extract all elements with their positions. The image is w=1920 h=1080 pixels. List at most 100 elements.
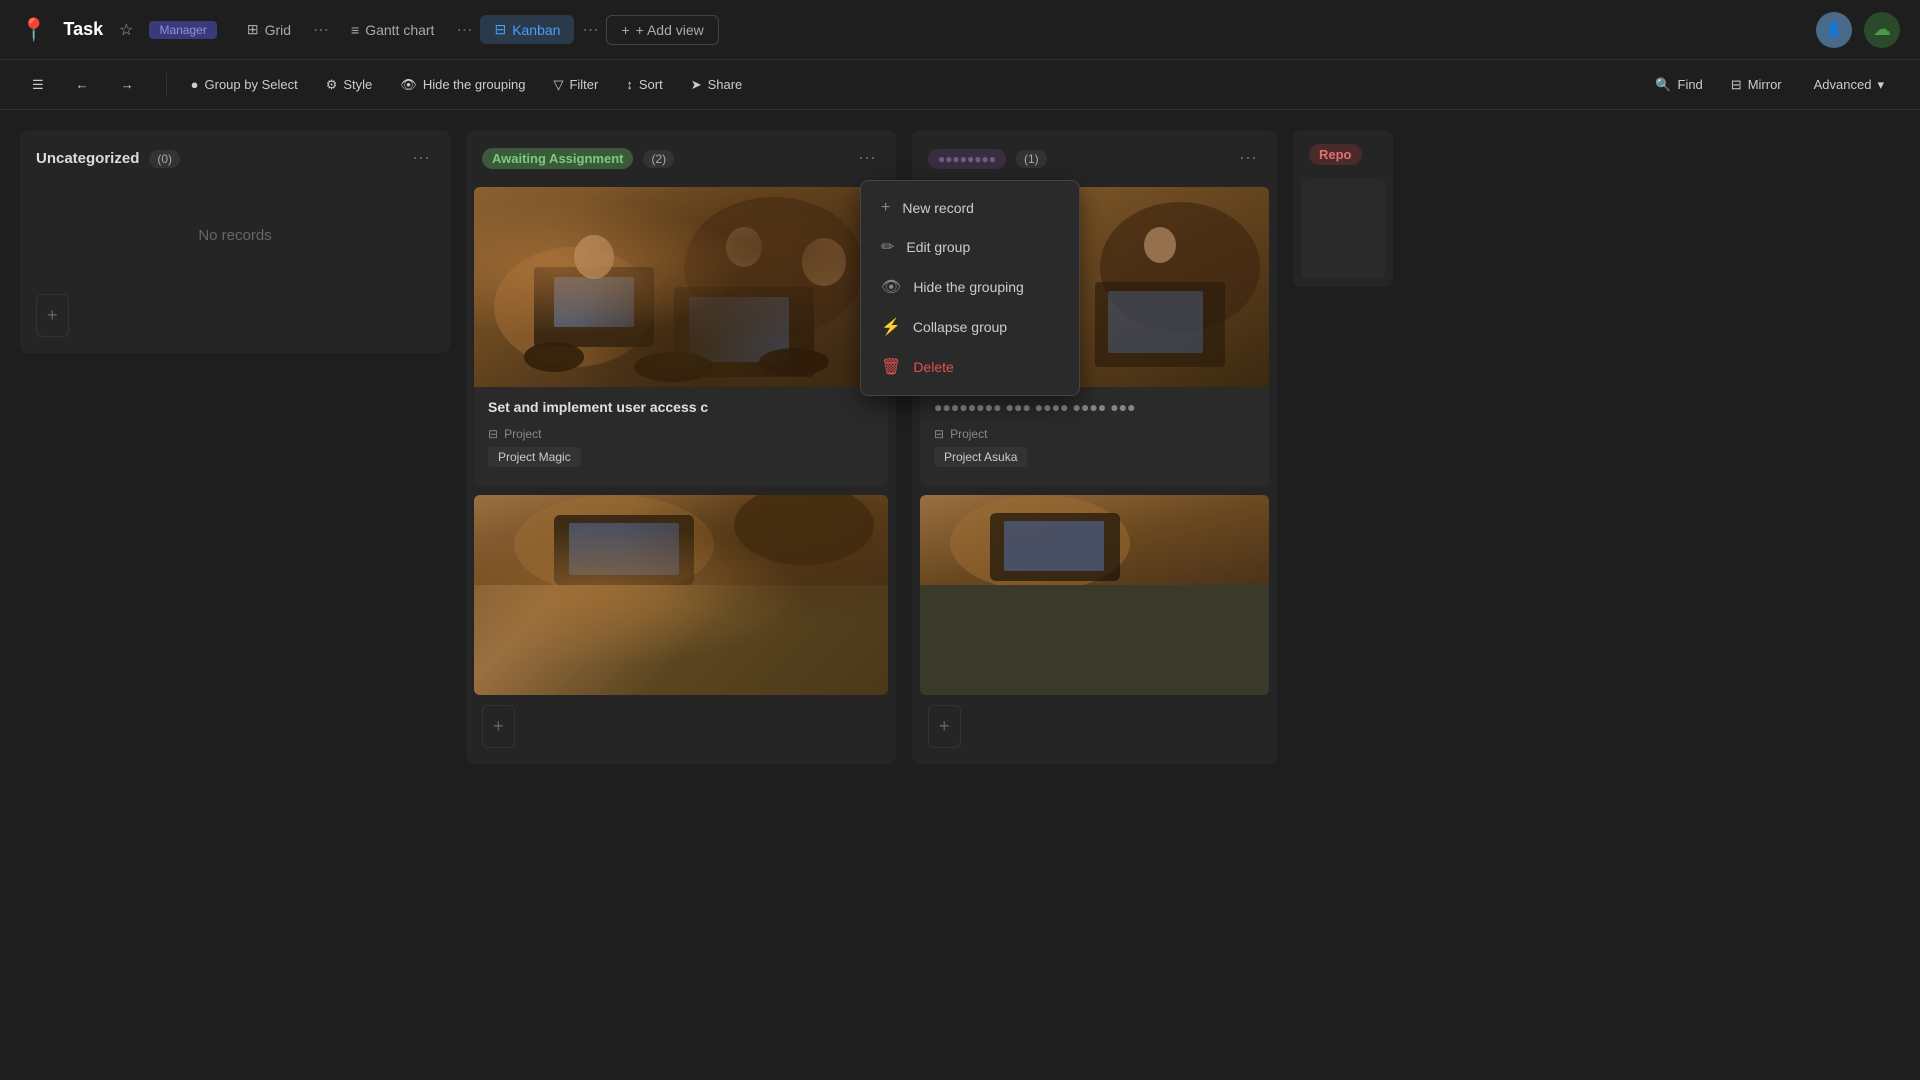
grid-tab-dots[interactable]: ⋯ <box>309 20 333 40</box>
collapse-icon: ⚡ <box>881 317 901 337</box>
toolbar-right: 🔍 Find ⊟ Mirror Advanced ▾ <box>1643 72 1900 98</box>
column-header-partial: ●●●●●●●● (1) ⋯ <box>912 130 1277 187</box>
card-4[interactable] <box>920 495 1269 695</box>
card-1[interactable]: Set and implement user access c ⊟ Projec… <box>474 187 888 487</box>
manager-badge: Manager <box>149 21 216 39</box>
project-icon-1: ⊟ <box>488 427 498 441</box>
plus-icon: + <box>621 22 629 38</box>
card-2-image <box>474 495 888 695</box>
app-icon: 📍 <box>20 17 47 43</box>
plus-icon-partial: + <box>939 716 950 737</box>
card-1-image <box>474 187 888 387</box>
context-menu-hide-grouping[interactable]: 👁 Hide the grouping <box>861 267 1079 307</box>
delete-icon: 🗑 <box>881 357 901 377</box>
tab-gantt[interactable]: ≡ Gantt chart <box>337 16 448 44</box>
new-record-icon: + <box>881 199 890 217</box>
column-title-uncategorized: Uncategorized <box>36 150 139 167</box>
context-menu-edit-group[interactable]: ✏ Edit group <box>861 227 1079 267</box>
eye-menu-icon: 👁 <box>881 277 901 297</box>
menu-icon: ☰ <box>32 77 44 93</box>
group-icon: ● <box>191 77 199 92</box>
column-badge-repo: Repo <box>1309 144 1362 165</box>
back-icon: ← <box>76 77 89 92</box>
forward-button[interactable]: → <box>109 72 146 97</box>
forward-icon: → <box>121 77 134 92</box>
chevron-down-icon: ▾ <box>1877 77 1884 93</box>
search-icon: 🔍 <box>1655 77 1671 93</box>
group-by-button[interactable]: ● Group by Select <box>179 72 310 97</box>
column-awaiting: Awaiting Assignment (2) ⋯ <box>466 130 896 764</box>
card-1-title: Set and implement user access c <box>488 399 874 415</box>
share-icon: ➤ <box>691 77 702 93</box>
add-record-button-partial[interactable]: + <box>928 705 961 748</box>
avatar[interactable]: 👤 <box>1816 12 1852 48</box>
column-menu-button-awaiting[interactable]: ⋯ <box>854 144 880 173</box>
mirror-icon: ⊟ <box>1731 77 1742 93</box>
eye-icon: 👁 <box>400 77 417 93</box>
gantt-tab-dots[interactable]: ⋯ <box>452 20 476 40</box>
sort-button[interactable]: ↕ Sort <box>614 72 674 97</box>
repo-card-placeholder <box>1301 179 1385 279</box>
column-count-partial: (1) <box>1016 150 1047 168</box>
column-header-repo: Repo <box>1293 130 1393 179</box>
context-menu-new-record[interactable]: + New record <box>861 189 1079 227</box>
view-tabs: ⊞ Grid ⋯ ≡ Gantt chart ⋯ ⊟ Kanban ⋯ + + … <box>233 15 719 45</box>
card-3-body: ●●●●●●●● ●●● ●●●● ●●●● ●●● ⊟ Project Pro… <box>920 387 1269 487</box>
column-repo: Repo <box>1293 130 1393 287</box>
project-icon-3: ⊟ <box>934 427 944 441</box>
column-badge-awaiting: Awaiting Assignment <box>482 148 633 169</box>
style-button[interactable]: ⚙ Style <box>314 72 385 98</box>
share-button[interactable]: ➤ Share <box>679 72 755 98</box>
context-menu-delete[interactable]: 🗑 Delete <box>861 347 1079 387</box>
card-3-title: ●●●●●●●● ●●● ●●●● ●●●● ●●● <box>934 399 1255 415</box>
app-title: Task <box>63 19 103 40</box>
tab-grid[interactable]: ⊞ Grid <box>233 15 305 44</box>
card-3-project-label: ⊟ Project <box>934 427 1255 441</box>
tab-kanban[interactable]: ⊟ Kanban <box>480 15 574 44</box>
back-button[interactable]: ← <box>64 72 101 97</box>
column-menu-button-uncategorized[interactable]: ⋯ <box>408 144 434 173</box>
sort-icon: ↕ <box>626 77 633 92</box>
card-1-project-label: ⊟ Project <box>488 427 874 441</box>
add-record-button-uncategorized[interactable]: + <box>36 294 69 337</box>
plus-icon-uncategorized: + <box>47 305 58 326</box>
add-view-button[interactable]: + + Add view <box>606 15 718 45</box>
card-4-image <box>920 495 1269 695</box>
kanban-icon: ⊟ <box>494 21 506 38</box>
column-menu-button-partial[interactable]: ⋯ <box>1235 144 1261 173</box>
add-record-button-awaiting[interactable]: + <box>482 705 515 748</box>
column-count-uncategorized: (0) <box>149 150 180 168</box>
column-badge-partial: ●●●●●●●● <box>928 149 1006 169</box>
top-bar: 📍 Task ☆ Manager ⊞ Grid ⋯ ≡ Gantt chart … <box>0 0 1920 60</box>
grid-icon: ⊞ <box>247 21 259 38</box>
avatar-area: 👤 ☁ <box>1816 12 1900 48</box>
gantt-icon: ≡ <box>351 22 359 38</box>
edit-icon: ✏ <box>881 237 894 257</box>
nav-controls: ☰ ← → <box>20 72 146 98</box>
context-menu-collapse-group[interactable]: ⚡ Collapse group <box>861 307 1079 347</box>
column-header-uncategorized: Uncategorized (0) ⋯ <box>20 130 450 187</box>
no-records-uncategorized: No records <box>20 187 450 284</box>
context-menu: + New record ✏ Edit group 👁 Hide the gro… <box>860 180 1080 396</box>
star-icon[interactable]: ☆ <box>119 20 133 40</box>
filter-icon: ▽ <box>553 77 563 93</box>
hide-grouping-button[interactable]: 👁 Hide the grouping <box>388 72 537 98</box>
style-icon: ⚙ <box>326 77 338 93</box>
kanban-tab-dots[interactable]: ⋯ <box>578 20 602 40</box>
column-uncategorized: Uncategorized (0) ⋯ No records + <box>20 130 450 353</box>
separator-1 <box>166 73 167 97</box>
column-count-awaiting: (2) <box>643 150 674 168</box>
filter-button[interactable]: ▽ Filter <box>541 72 610 98</box>
card-3-project-value: Project Asuka <box>934 447 1027 467</box>
advanced-button[interactable]: Advanced ▾ <box>1798 72 1900 98</box>
find-button[interactable]: 🔍 Find <box>1643 72 1714 98</box>
mirror-button[interactable]: ⊟ Mirror <box>1719 72 1794 98</box>
plus-icon-awaiting: + <box>493 716 504 737</box>
card-2[interactable] <box>474 495 888 695</box>
nav-menu-button[interactable]: ☰ <box>20 72 56 98</box>
card-1-project-value: Project Magic <box>488 447 581 467</box>
toolbar: ☰ ← → ● Group by Select ⚙ Style 👁 Hide t… <box>0 60 1920 110</box>
card-1-body: Set and implement user access c ⊟ Projec… <box>474 387 888 487</box>
column-header-awaiting: Awaiting Assignment (2) ⋯ <box>466 130 896 187</box>
cloud-icon[interactable]: ☁ <box>1864 12 1900 48</box>
